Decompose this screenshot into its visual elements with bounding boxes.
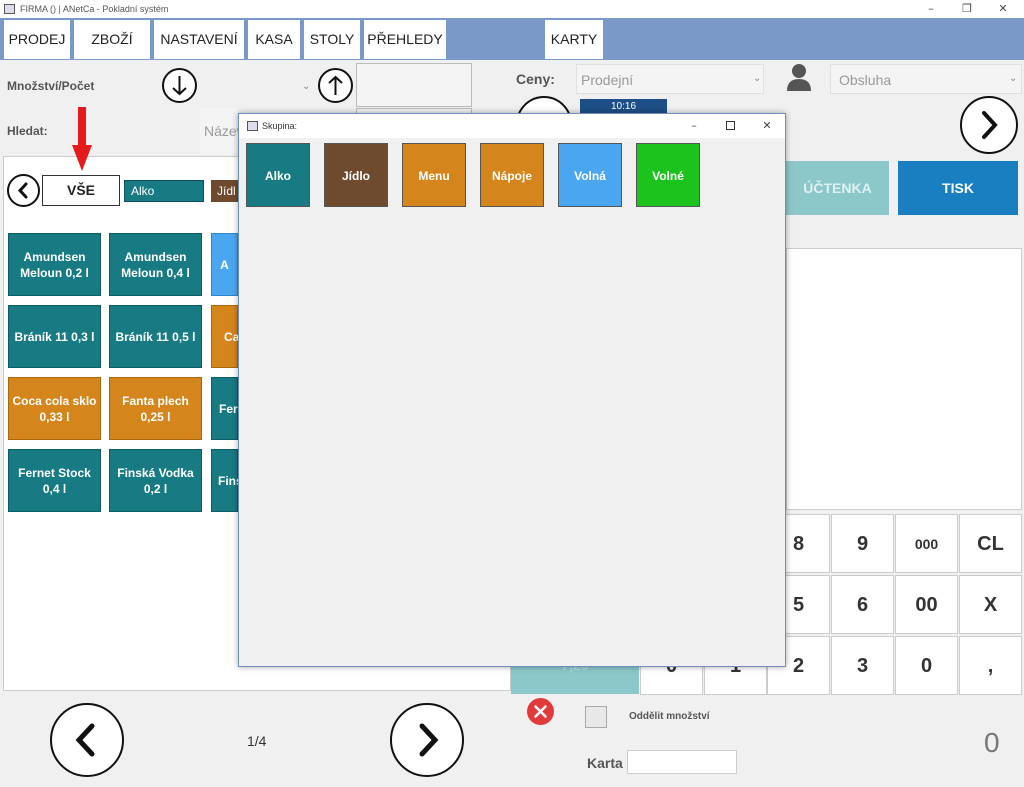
search-label: Hledat: xyxy=(7,124,48,138)
product-tile[interactable]: Bráník 11 0,3 l xyxy=(8,305,101,368)
receipt-area xyxy=(786,248,1022,510)
menu-tab-zbozi[interactable]: ZBOŽÍ xyxy=(74,20,150,59)
minimize-button[interactable]: – xyxy=(916,0,946,18)
card-input[interactable] xyxy=(627,750,737,774)
product-tile[interactable]: Coca cola sklo 0,33 l xyxy=(8,377,101,440)
dialog-title: Skupina: xyxy=(262,121,298,131)
user-icon xyxy=(786,63,812,91)
key-0[interactable]: 0 xyxy=(895,636,958,695)
chevron-left-icon xyxy=(75,723,95,757)
close-button[interactable]: ✕ xyxy=(988,0,1018,18)
category-jidlo[interactable]: Jídl xyxy=(211,180,238,202)
key-3[interactable]: 3 xyxy=(831,636,894,695)
key-6[interactable]: 6 xyxy=(831,575,894,634)
product-tile[interactable]: Ca xyxy=(211,305,239,368)
page-indicator: 1/4 xyxy=(247,733,267,749)
restore-button[interactable]: ❐ xyxy=(952,0,982,18)
group-dialog: Skupina: – ✕ Alko Jídlo Menu Nápoje Voln… xyxy=(238,113,786,667)
dialog-close-button[interactable]: ✕ xyxy=(752,117,782,135)
arrow-down-icon xyxy=(172,76,187,96)
key-00[interactable]: 00 xyxy=(895,575,958,634)
menu-tab-prehledy[interactable]: PŘEHLEDY xyxy=(364,20,446,59)
total-amount: 0 xyxy=(984,727,1000,758)
product-tile[interactable]: Amundsen Meloun 0,4 l xyxy=(109,233,202,296)
chevron-right-icon xyxy=(982,111,998,139)
product-tile[interactable]: Fins xyxy=(211,449,243,512)
next-button[interactable] xyxy=(960,96,1018,154)
arrow-up-icon xyxy=(328,75,343,95)
split-quantity-label: Oddělit množství xyxy=(629,711,710,722)
arrow-up-button[interactable] xyxy=(318,68,353,103)
key-9[interactable]: 9 xyxy=(831,514,894,573)
group-napoje[interactable]: Nápoje xyxy=(480,143,544,207)
group-jidlo[interactable]: Jídlo xyxy=(324,143,388,207)
dialog-maximize-button[interactable] xyxy=(726,121,735,130)
print-button[interactable]: TISK xyxy=(898,161,1018,215)
prices-label: Ceny: xyxy=(516,71,555,87)
product-tile[interactable]: Fernet Stock 0,4 l xyxy=(8,449,101,512)
search-input[interactable]: Název xyxy=(200,108,244,154)
prices-value: Prodejní xyxy=(581,72,634,88)
group-volne[interactable]: Volné xyxy=(636,143,700,207)
category-prev-button[interactable] xyxy=(7,174,40,207)
menu-tab-kasa[interactable]: KASA xyxy=(248,20,300,59)
arrow-down-button[interactable] xyxy=(162,68,197,103)
category-all[interactable]: VŠE xyxy=(42,175,120,206)
key-comma[interactable]: , xyxy=(959,636,1022,695)
menu-tab-stoly[interactable]: STOLY xyxy=(304,20,360,59)
dialog-titlebar: Skupina: – ✕ xyxy=(239,114,785,138)
quantity-input[interactable] xyxy=(356,63,472,107)
key-000[interactable]: 000 xyxy=(895,514,958,573)
menu-tab-nastaveni[interactable]: NASTAVENÍ xyxy=(154,20,244,59)
receipt-button[interactable]: ÚČTENKA xyxy=(786,161,889,215)
key-clear[interactable]: CL xyxy=(959,514,1022,573)
chevron-down-icon[interactable]: ⌄ xyxy=(302,81,310,92)
page-prev-button[interactable] xyxy=(50,703,124,777)
split-quantity-checkbox[interactable] xyxy=(585,706,607,728)
product-tile[interactable]: Finská Vodka 0,2 l xyxy=(109,449,202,512)
chevron-down-icon: ⌄ xyxy=(753,73,762,84)
product-tile[interactable]: Fer xyxy=(211,377,238,440)
group-volna[interactable]: Volná xyxy=(558,143,622,207)
staff-value: Obsluha xyxy=(839,72,892,88)
page-next-button[interactable] xyxy=(390,703,464,777)
app-icon xyxy=(4,4,15,14)
category-alko[interactable]: Alko xyxy=(124,180,204,202)
product-tile[interactable]: Amundsen Meloun 0,2 l xyxy=(8,233,101,296)
red-arrow-annotation xyxy=(72,107,92,171)
key-x[interactable]: X xyxy=(959,575,1022,634)
window-title: FIRMA () | ANetCa - Pokladní systém xyxy=(20,4,169,14)
quantity-label: Množství/Počet xyxy=(7,79,95,93)
cancel-icon[interactable] xyxy=(527,698,554,725)
chevron-right-icon xyxy=(419,723,439,757)
menu-tab-prodej[interactable]: PRODEJ xyxy=(4,20,70,59)
chevron-left-icon xyxy=(17,182,28,199)
product-tile[interactable]: A xyxy=(211,233,238,296)
window-titlebar: FIRMA () | ANetCa - Pokladní systém – ❐ … xyxy=(0,0,1024,18)
group-alko[interactable]: Alko xyxy=(246,143,310,207)
product-tile[interactable]: Fanta plech 0,25 l xyxy=(109,377,202,440)
dialog-minimize-button[interactable]: – xyxy=(679,117,709,135)
app-icon xyxy=(247,121,258,131)
menu-tab-karty[interactable]: KARTY xyxy=(545,20,603,59)
card-label: Karta xyxy=(587,755,623,771)
prices-select[interactable]: Prodejní ⌄ xyxy=(576,64,764,94)
staff-select[interactable]: Obsluha ⌄ xyxy=(830,64,1022,94)
product-tile[interactable]: Bráník 11 0,5 l xyxy=(109,305,202,368)
chevron-down-icon: ⌄ xyxy=(1009,73,1018,84)
group-menu[interactable]: Menu xyxy=(402,143,466,207)
